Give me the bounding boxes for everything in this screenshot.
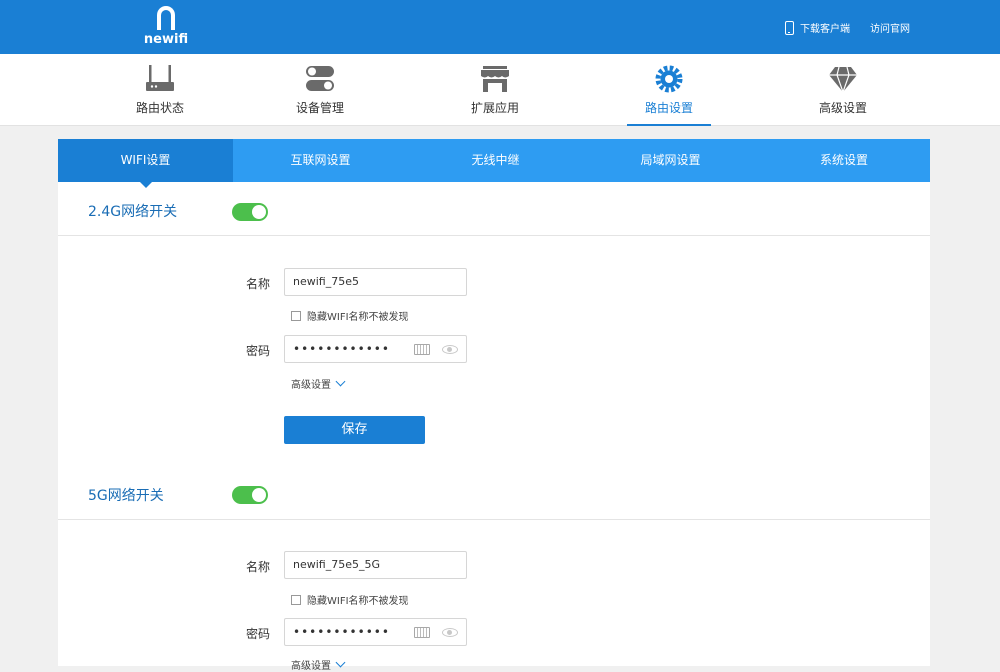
section-title-24g: 2.4G网络开关 <box>88 204 178 220</box>
password-input-24g[interactable]: •••••••••••• <box>284 335 467 363</box>
password-mask-24g: •••••••••••• <box>293 342 390 356</box>
hide-ssid-label-5g: 隐藏WIFI名称不被发现 <box>307 596 409 607</box>
keyboard-icon[interactable] <box>414 627 430 638</box>
tab-wireless-repeater[interactable]: 无线中继 <box>408 139 583 182</box>
nav-label: 路由设置 <box>644 101 693 115</box>
active-tab-arrow-icon <box>139 182 152 188</box>
logo-mark-icon <box>157 6 175 30</box>
section-title-5g: 5G网络开关 <box>88 488 164 504</box>
hide-ssid-row-24g: 隐藏WIFI名称不被发现 <box>291 308 409 323</box>
download-client-link[interactable]: 下载客户端 <box>785 20 850 35</box>
newifi-logo[interactable]: newifi <box>140 4 192 50</box>
nav-label: 扩展应用 <box>470 101 519 115</box>
toggles-icon <box>306 66 334 91</box>
store-icon <box>481 66 509 92</box>
settings-tabs: WIFI设置 互联网设置 无线中继 局域网设置 系统设置 <box>58 139 930 188</box>
toggle-5g-switch[interactable] <box>232 486 268 504</box>
download-client-label: 下载客户端 <box>800 24 850 35</box>
keyboard-icon[interactable] <box>414 344 430 355</box>
tab-label: 互联网设置 <box>290 153 351 167</box>
toggle-24g-switch[interactable] <box>232 203 268 221</box>
advanced-settings-label-5g: 高级设置 <box>291 661 331 672</box>
tab-lan-settings[interactable]: 局域网设置 <box>583 139 758 182</box>
password-label-24g: 密码 <box>245 344 270 358</box>
name-label-24g: 名称 <box>245 277 270 291</box>
save-button[interactable]: 保存 <box>284 416 425 444</box>
hide-ssid-checkbox-5g[interactable] <box>291 594 301 605</box>
settings-panel: WIFI设置 互联网设置 无线中继 局域网设置 系统设置 2.4G网络开关 名称… <box>58 139 930 672</box>
nav-item-extensions[interactable]: 扩展应用 <box>453 54 537 126</box>
eye-icon[interactable] <box>442 628 458 637</box>
top-header: newifi 下载客户端 访问官网 <box>0 0 1000 54</box>
logo-text: newifi <box>143 32 189 47</box>
active-nav-indicator <box>627 124 711 126</box>
hide-ssid-checkbox-24g[interactable] <box>291 310 301 321</box>
nav-label: 高级设置 <box>818 101 867 115</box>
nav-item-router-status[interactable]: 路由状态 <box>118 54 202 126</box>
visit-site-label: 访问官网 <box>870 24 910 35</box>
advanced-settings-toggle-5g[interactable]: 高级设置 <box>291 657 346 672</box>
nav-item-device-management[interactable]: 设备管理 <box>278 54 362 126</box>
advanced-settings-label-24g: 高级设置 <box>291 380 331 391</box>
main-nav: 路由状态 设备管理 扩展应用 路由设置 高级设置 <box>0 54 1000 126</box>
divider <box>58 519 930 520</box>
header-links: 下载客户端 访问官网 <box>785 20 910 35</box>
name-label-5g: 名称 <box>245 560 270 574</box>
advanced-settings-toggle-24g[interactable]: 高级设置 <box>291 376 346 391</box>
ssid-input-5g[interactable]: newifi_75e5_5G <box>284 551 467 579</box>
nav-item-router-settings[interactable]: 路由设置 <box>627 54 711 126</box>
tab-label: WIFI设置 <box>120 153 171 167</box>
tab-wifi-settings[interactable]: WIFI设置 <box>58 139 233 188</box>
eye-icon[interactable] <box>442 345 458 354</box>
visit-site-link[interactable]: 访问官网 <box>870 20 910 35</box>
hide-ssid-label-24g: 隐藏WIFI名称不被发现 <box>307 312 409 323</box>
nav-item-advanced-settings[interactable]: 高级设置 <box>801 54 885 126</box>
chevron-down-icon <box>335 376 346 387</box>
ssid-input-24g[interactable]: newifi_75e5 <box>284 268 467 296</box>
nav-label: 设备管理 <box>295 101 344 115</box>
tab-system-settings[interactable]: 系统设置 <box>758 139 930 182</box>
router-icon <box>146 65 174 91</box>
tab-label: 无线中继 <box>471 153 520 167</box>
tab-label: 系统设置 <box>819 153 868 167</box>
hide-ssid-row-5g: 隐藏WIFI名称不被发现 <box>291 592 409 607</box>
tab-label: 局域网设置 <box>640 153 701 167</box>
gear-icon <box>655 65 683 93</box>
nav-label: 路由状态 <box>135 101 184 115</box>
password-label-5g: 密码 <box>245 627 270 641</box>
password-mask-5g: •••••••••••• <box>293 625 390 639</box>
phone-icon <box>785 20 794 35</box>
divider <box>58 235 930 236</box>
password-input-5g[interactable]: •••••••••••• <box>284 618 467 646</box>
diamond-icon <box>829 66 857 94</box>
tab-internet-settings[interactable]: 互联网设置 <box>233 139 408 182</box>
